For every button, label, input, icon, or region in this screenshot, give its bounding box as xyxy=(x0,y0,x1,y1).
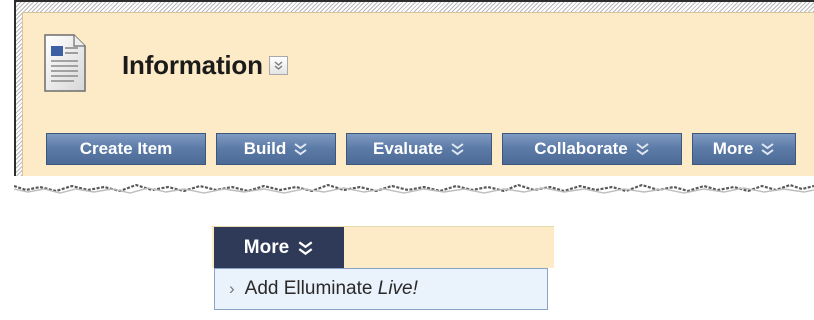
page-title-row: Information xyxy=(122,50,288,81)
double-chevron-down-icon xyxy=(451,143,464,156)
menu-item-label-emphasis: Live! xyxy=(377,278,418,299)
create-item-button[interactable]: Create Item xyxy=(46,133,206,165)
more-dropdown-button[interactable]: More xyxy=(214,227,344,268)
title-menu-button[interactable] xyxy=(268,56,288,75)
more-label: More xyxy=(712,139,754,158)
screenshot-stage: Information Create Item Build Evaluate C… xyxy=(0,0,814,320)
menu-item-label-prefix: Add Elluminate xyxy=(244,278,378,299)
collaborate-menu-button[interactable]: Collaborate xyxy=(502,133,682,165)
double-chevron-down-icon xyxy=(636,143,649,156)
chevron-right-icon: › xyxy=(229,279,235,298)
document-page-icon xyxy=(44,34,86,92)
double-chevron-down-icon xyxy=(761,143,774,156)
evaluate-label: Evaluate xyxy=(373,139,443,158)
more-menu-button[interactable]: More xyxy=(692,133,796,165)
build-menu-button[interactable]: Build xyxy=(216,133,336,165)
evaluate-menu-button[interactable]: Evaluate xyxy=(346,133,492,165)
menu-item-add-elluminate-live[interactable]: › Add Elluminate Live! xyxy=(214,268,548,310)
double-chevron-down-icon xyxy=(298,240,313,255)
create-item-label: Create Item xyxy=(79,139,173,158)
chevron-down-icon xyxy=(274,61,283,70)
page-title: Information xyxy=(122,50,263,80)
more-dropdown-label: More xyxy=(243,236,290,258)
collaborate-label: Collaborate xyxy=(534,139,628,158)
torn-edge-divider xyxy=(14,176,814,194)
double-chevron-down-icon xyxy=(294,143,307,156)
build-label: Build xyxy=(243,139,287,158)
